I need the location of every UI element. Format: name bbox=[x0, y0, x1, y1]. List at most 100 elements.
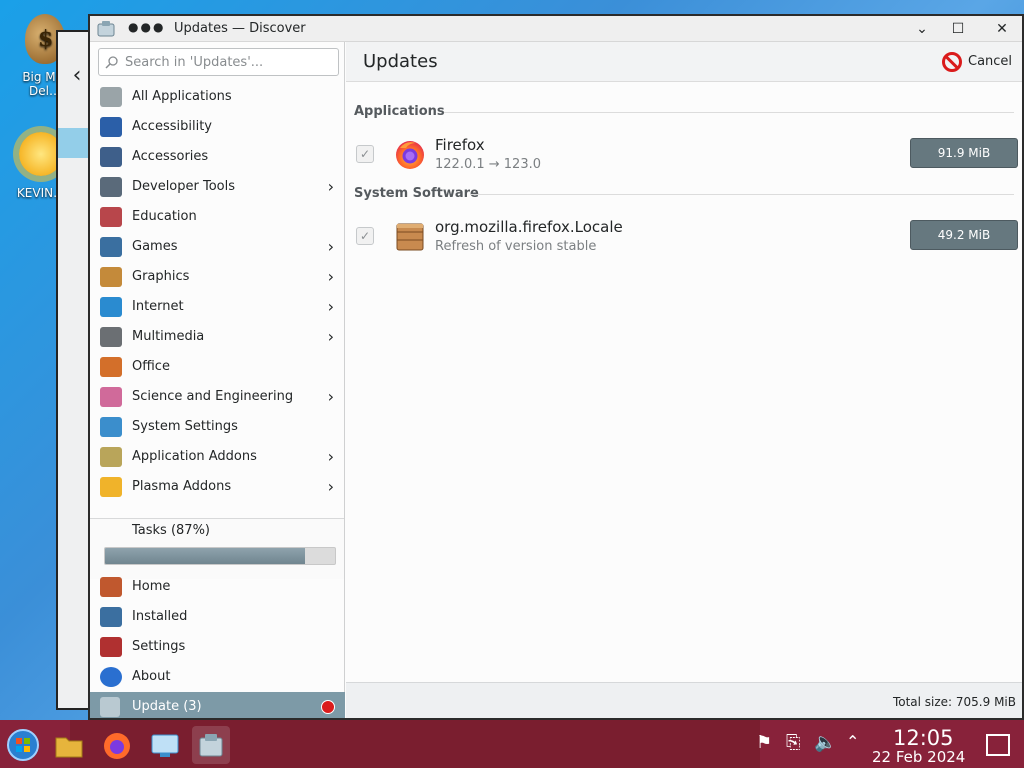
close-button[interactable]: ✕ bbox=[990, 19, 1014, 39]
sidebar-item-label: Multimedia bbox=[132, 329, 205, 344]
app-addons-icon bbox=[100, 447, 122, 467]
developer-tools-icon bbox=[100, 177, 122, 197]
sidebar-item-system-settings[interactable]: System Settings bbox=[90, 412, 344, 442]
clock-time[interactable]: 12:05 bbox=[893, 726, 954, 750]
search-placeholder: Search in 'Updates'... bbox=[125, 55, 264, 70]
section-divider bbox=[470, 194, 1014, 195]
update-checkbox[interactable]: ✓ bbox=[356, 145, 374, 163]
update-notifier-icon[interactable]: ⚑ bbox=[756, 732, 772, 753]
internet-icon bbox=[100, 297, 122, 317]
start-menu-icon[interactable] bbox=[4, 726, 42, 764]
tasks-progress-bar bbox=[104, 547, 336, 565]
sidebar-item-label: Update (3) bbox=[132, 699, 202, 714]
main-pane: Updates Cancel Applications ✓ Firefox 12… bbox=[346, 42, 1022, 718]
window-menu-icon[interactable]: ●●● bbox=[128, 20, 165, 34]
sidebar-item-office[interactable]: Office bbox=[90, 352, 344, 382]
sidebar-item-internet[interactable]: Internet › bbox=[90, 292, 344, 322]
sidebar-item-label: Science and Engineering bbox=[132, 389, 294, 404]
update-checkbox[interactable]: ✓ bbox=[356, 227, 374, 245]
accessories-icon bbox=[100, 147, 122, 167]
sidebar-item-multimedia[interactable]: Multimedia › bbox=[90, 322, 344, 352]
discover-taskbar-icon[interactable] bbox=[192, 726, 230, 764]
sidebar-item-installed[interactable]: Installed bbox=[90, 602, 344, 632]
sidebar-item-accessibility[interactable]: Accessibility bbox=[90, 112, 344, 142]
section-header-applications: Applications bbox=[354, 104, 445, 119]
about-icon bbox=[100, 667, 122, 687]
clock-date[interactable]: 22 Feb 2024 bbox=[872, 748, 965, 766]
maximize-button[interactable]: ☐ bbox=[946, 19, 970, 39]
sidebar-item-education[interactable]: Education bbox=[90, 202, 344, 232]
update-item-firefox-locale[interactable]: ✓ org.mozilla.firefox.Locale Refresh of … bbox=[346, 216, 1022, 258]
package-icon bbox=[396, 223, 424, 251]
chevron-right-icon: › bbox=[327, 387, 334, 406]
sidebar-item-label: All Applications bbox=[132, 89, 232, 104]
sidebar-item-label: Developer Tools bbox=[132, 179, 236, 194]
section-divider bbox=[444, 112, 1014, 113]
discover-window: ●●● Updates — Discover ⌄ ☐ ✕ Search in '… bbox=[88, 14, 1024, 720]
search-input[interactable]: Search in 'Updates'... bbox=[98, 48, 339, 76]
graphics-icon bbox=[100, 267, 122, 287]
clipboard-icon[interactable]: ⎘ bbox=[786, 732, 800, 753]
tray-expand-icon[interactable]: ⌃ bbox=[846, 732, 859, 751]
cancel-icon bbox=[942, 52, 962, 72]
sidebar-item-label: Education bbox=[132, 209, 197, 224]
sidebar-item-all-applications[interactable]: All Applications bbox=[90, 82, 344, 112]
sidebar-item-games[interactable]: Games › bbox=[90, 232, 344, 262]
volume-muted-icon[interactable]: 🔈 bbox=[814, 732, 836, 753]
installed-icon bbox=[100, 607, 122, 627]
sidebar-item-label: Settings bbox=[132, 639, 186, 654]
section-header-system-software: System Software bbox=[354, 186, 479, 201]
window-title: Updates — Discover bbox=[174, 21, 306, 36]
status-footer: Total size: 705.9 MiB bbox=[346, 682, 1022, 718]
sidebar-item-application-addons[interactable]: Application Addons › bbox=[90, 442, 344, 472]
chevron-right-icon: › bbox=[327, 267, 334, 286]
bottom-nav: Home Installed Settings About bbox=[90, 572, 344, 692]
sidebar-item-science-and-engineering[interactable]: Science and Engineering › bbox=[90, 382, 344, 412]
cancel-button[interactable]: Cancel bbox=[942, 51, 1016, 73]
home-icon bbox=[100, 577, 122, 597]
sidebar-item-accessories[interactable]: Accessories bbox=[90, 142, 344, 172]
system-settings-taskbar-icon[interactable] bbox=[146, 726, 184, 764]
search-icon bbox=[105, 56, 118, 69]
sidebar-item-graphics[interactable]: Graphics › bbox=[90, 262, 344, 292]
all-apps-icon bbox=[100, 87, 122, 107]
sidebar-item-label: Office bbox=[132, 359, 170, 374]
file-manager-icon[interactable] bbox=[50, 726, 88, 764]
multimedia-icon bbox=[100, 327, 122, 347]
minimize-button[interactable]: ⌄ bbox=[910, 19, 934, 39]
tasks-label[interactable]: Tasks (87%) bbox=[132, 523, 210, 538]
sidebar-item-plasma-addons[interactable]: Plasma Addons › bbox=[90, 472, 344, 502]
discover-app-icon[interactable] bbox=[96, 20, 116, 38]
sidebar-item-about[interactable]: About bbox=[90, 662, 344, 692]
sidebar-item-label: Graphics bbox=[132, 269, 190, 284]
sidebar-item-label: Internet bbox=[132, 299, 184, 314]
download-size: 49.2 MiB bbox=[910, 220, 1018, 250]
download-size: 91.9 MiB bbox=[910, 138, 1018, 168]
sidebar-item-update[interactable]: Update (3) bbox=[90, 692, 345, 718]
sidebar-item-label: Accessories bbox=[132, 149, 209, 164]
package-name: Firefox bbox=[435, 136, 485, 154]
show-desktop-button[interactable] bbox=[986, 734, 1010, 756]
firefox-taskbar-icon[interactable] bbox=[98, 726, 136, 764]
sidebar-item-label: Games bbox=[132, 239, 178, 254]
page-title: Updates bbox=[363, 51, 438, 72]
sidebar: Search in 'Updates'... All Applications A… bbox=[90, 42, 345, 718]
settings-icon bbox=[100, 637, 122, 657]
sidebar-item-home[interactable]: Home bbox=[90, 572, 344, 602]
update-item-firefox[interactable]: ✓ Firefox 122.0.1 → 123.0 91.9 MiB bbox=[346, 134, 1022, 176]
sidebar-item-settings[interactable]: Settings bbox=[90, 632, 344, 662]
package-version: 122.0.1 → 123.0 bbox=[435, 157, 541, 172]
accessibility-icon bbox=[100, 117, 122, 137]
package-description: Refresh of version stable bbox=[435, 239, 597, 254]
sidebar-item-developer-tools[interactable]: Developer Tools › bbox=[90, 172, 344, 202]
title-bar[interactable]: ●●● Updates — Discover ⌄ ☐ ✕ bbox=[90, 16, 1022, 42]
science-icon bbox=[100, 387, 122, 407]
sidebar-item-label: Installed bbox=[132, 609, 188, 624]
category-list: All Applications Accessibility Accessories… bbox=[90, 82, 344, 502]
chevron-right-icon: › bbox=[327, 297, 334, 316]
firefox-icon bbox=[396, 141, 424, 169]
plasma-addons-icon bbox=[100, 477, 122, 497]
total-size: Total size: 705.9 MiB bbox=[892, 695, 1016, 709]
office-icon bbox=[100, 357, 122, 377]
cancel-label: Cancel bbox=[968, 54, 1013, 69]
